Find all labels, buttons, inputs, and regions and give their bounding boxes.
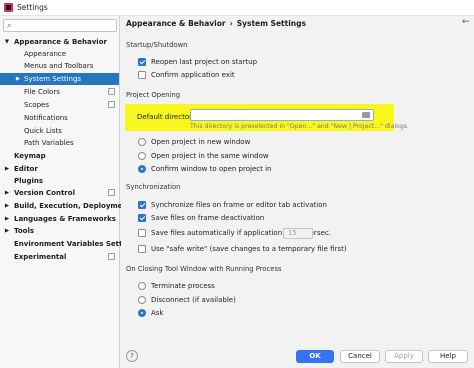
window-title: Settings bbox=[17, 3, 48, 12]
radio-icon[interactable] bbox=[138, 152, 146, 160]
idle-seconds-input[interactable]: 15 bbox=[283, 228, 313, 239]
sidebar-item-label: Appearance & Behavior bbox=[14, 38, 107, 46]
search-box[interactable]: ⌕ bbox=[3, 19, 117, 32]
settings-content: Appearance & Behavior › System Settings ← … bbox=[121, 16, 474, 368]
app-icon bbox=[4, 3, 13, 12]
search-icon: ⌕ bbox=[7, 21, 12, 30]
checkbox-label: Use "safe write" (save changes to a temp… bbox=[151, 245, 347, 253]
chevron-right-icon[interactable]: ▶ bbox=[3, 187, 11, 199]
ok-button[interactable]: OK bbox=[296, 350, 334, 363]
sidebar-item-label: Menus and Toolbars bbox=[24, 62, 94, 70]
project-opening-section-title: Project Opening bbox=[126, 91, 181, 99]
project-settings-icon bbox=[108, 253, 115, 260]
radio-label: Open project in new window bbox=[151, 138, 251, 146]
sidebar-item-appearance-behavior[interactable]: ▼ Appearance & Behavior bbox=[0, 36, 119, 48]
folder-icon[interactable] bbox=[362, 112, 370, 118]
sidebar-item-label: Build, Execution, Deployment bbox=[14, 202, 131, 210]
checkbox-icon[interactable] bbox=[138, 229, 146, 237]
sidebar-item-system-settings[interactable]: ▶ System Settings bbox=[0, 73, 119, 85]
chevron-right-icon[interactable]: ▶ bbox=[3, 213, 11, 225]
checkbox-icon[interactable] bbox=[138, 245, 146, 253]
sidebar-item-editor[interactable]: ▶ Editor bbox=[0, 163, 119, 175]
checkbox-label: Reopen last project on startup bbox=[151, 58, 258, 66]
radio-icon[interactable] bbox=[138, 165, 146, 173]
apply-button[interactable]: Apply bbox=[385, 350, 423, 363]
chevron-right-icon[interactable]: ▶ bbox=[3, 200, 11, 212]
sidebar-item-label: File Colors bbox=[24, 88, 60, 96]
breadcrumb-parent[interactable]: Appearance & Behavior bbox=[126, 19, 226, 28]
sidebar-item-tools[interactable]: ▶ Tools bbox=[0, 225, 119, 237]
sidebar-item-plugins[interactable]: Plugins bbox=[0, 175, 119, 187]
checkbox-label: Confirm application exit bbox=[151, 71, 235, 79]
chevron-right-icon[interactable]: ▶ bbox=[3, 225, 11, 237]
checkbox-label: Save files on frame deactivation bbox=[151, 214, 265, 222]
sidebar-item-label: Scopes bbox=[24, 101, 49, 109]
sidebar-item-label: Tools bbox=[14, 227, 35, 235]
title-bar: Settings bbox=[0, 0, 474, 16]
idle-seconds-unit: sec. bbox=[317, 229, 332, 237]
radio-icon[interactable] bbox=[138, 296, 146, 304]
checkbox-icon[interactable] bbox=[138, 201, 146, 209]
cancel-button[interactable]: Cancel bbox=[340, 350, 380, 363]
sidebar-item-path-variables[interactable]: Path Variables bbox=[0, 137, 119, 149]
radio-icon[interactable] bbox=[138, 309, 146, 317]
chevron-right-icon[interactable]: ▶ bbox=[14, 73, 22, 85]
sidebar-item-label: Plugins bbox=[14, 177, 44, 185]
sidebar-item-notifications[interactable]: Notifications bbox=[0, 112, 119, 124]
default-directory-label: Default directory: bbox=[137, 113, 198, 121]
radio-label: Open project in the same window bbox=[151, 152, 269, 160]
search-input[interactable] bbox=[17, 21, 115, 30]
dialog-button-bar: ? OK Cancel Apply Help bbox=[121, 344, 474, 368]
sidebar-item-appearance[interactable]: Appearance bbox=[0, 48, 119, 60]
synchronization-section-title: Synchronization bbox=[126, 183, 181, 191]
checkbox-icon[interactable] bbox=[138, 71, 146, 79]
sidebar-item-label: Languages & Frameworks bbox=[14, 215, 116, 223]
sidebar-item-label: Editor bbox=[14, 165, 38, 173]
sidebar-item-experimental[interactable]: Experimental bbox=[0, 251, 119, 263]
sidebar-item-label: Experimental bbox=[14, 253, 67, 261]
radio-icon[interactable] bbox=[138, 282, 146, 290]
settings-sidebar: ⌕ ▼ Appearance & Behavior Appearance Men… bbox=[0, 16, 139, 368]
sidebar-item-quick-lists[interactable]: Quick Lists bbox=[0, 125, 119, 137]
closing-section-title: On Closing Tool Window with Running Proc… bbox=[126, 265, 282, 273]
sidebar-item-label: Quick Lists bbox=[24, 127, 62, 135]
sidebar-item-environment-variables[interactable]: Environment Variables Settings bbox=[0, 238, 139, 250]
help-button[interactable]: Help bbox=[428, 350, 468, 363]
sidebar-item-menus-toolbars[interactable]: Menus and Toolbars bbox=[0, 60, 119, 72]
default-directory-hint: This directory is preselected in "Open..… bbox=[190, 123, 409, 130]
help-icon[interactable]: ? bbox=[126, 350, 138, 362]
breadcrumb-current: System Settings bbox=[236, 19, 306, 28]
sidebar-item-file-colors[interactable]: File Colors bbox=[0, 86, 119, 98]
startup-section-title: Startup/Shutdown bbox=[126, 41, 188, 49]
project-settings-icon bbox=[108, 189, 115, 196]
project-settings-icon bbox=[108, 88, 115, 95]
sidebar-item-scopes[interactable]: Scopes bbox=[0, 99, 119, 111]
sidebar-item-version-control[interactable]: ▶ Version Control bbox=[0, 187, 119, 199]
breadcrumb: Appearance & Behavior › System Settings bbox=[126, 19, 306, 28]
sidebar-item-languages-frameworks[interactable]: ▶ Languages & Frameworks bbox=[0, 213, 119, 225]
checkbox-label: Synchronize files on frame or editor tab… bbox=[151, 201, 327, 209]
sidebar-item-label: Keymap bbox=[14, 152, 46, 160]
radio-label: Confirm window to open project in bbox=[151, 165, 272, 173]
chevron-down-icon[interactable]: ▼ bbox=[3, 36, 11, 48]
sidebar-item-label: Path Variables bbox=[24, 139, 74, 147]
sidebar-item-label: Appearance bbox=[24, 50, 67, 58]
sidebar-item-label: Notifications bbox=[24, 114, 68, 122]
default-directory-field[interactable] bbox=[190, 109, 374, 121]
sidebar-item-label: System Settings bbox=[24, 75, 82, 83]
chevron-right-icon[interactable]: ▶ bbox=[3, 163, 11, 175]
radio-label: Terminate process bbox=[151, 282, 215, 290]
breadcrumb-separator: › bbox=[229, 19, 233, 28]
back-arrow-icon[interactable]: ← bbox=[462, 17, 470, 27]
radio-label: Ask bbox=[151, 309, 164, 317]
radio-label: Disconnect (if available) bbox=[151, 296, 236, 304]
checkbox-icon[interactable] bbox=[138, 214, 146, 222]
sidebar-item-keymap[interactable]: Keymap bbox=[0, 150, 119, 162]
sidebar-item-build-execution-deployment[interactable]: ▶ Build, Execution, Deployment bbox=[0, 200, 131, 212]
checkbox-icon[interactable] bbox=[138, 58, 146, 66]
sidebar-item-label: Version Control bbox=[14, 189, 75, 197]
project-settings-icon bbox=[108, 101, 115, 108]
radio-icon[interactable] bbox=[138, 138, 146, 146]
